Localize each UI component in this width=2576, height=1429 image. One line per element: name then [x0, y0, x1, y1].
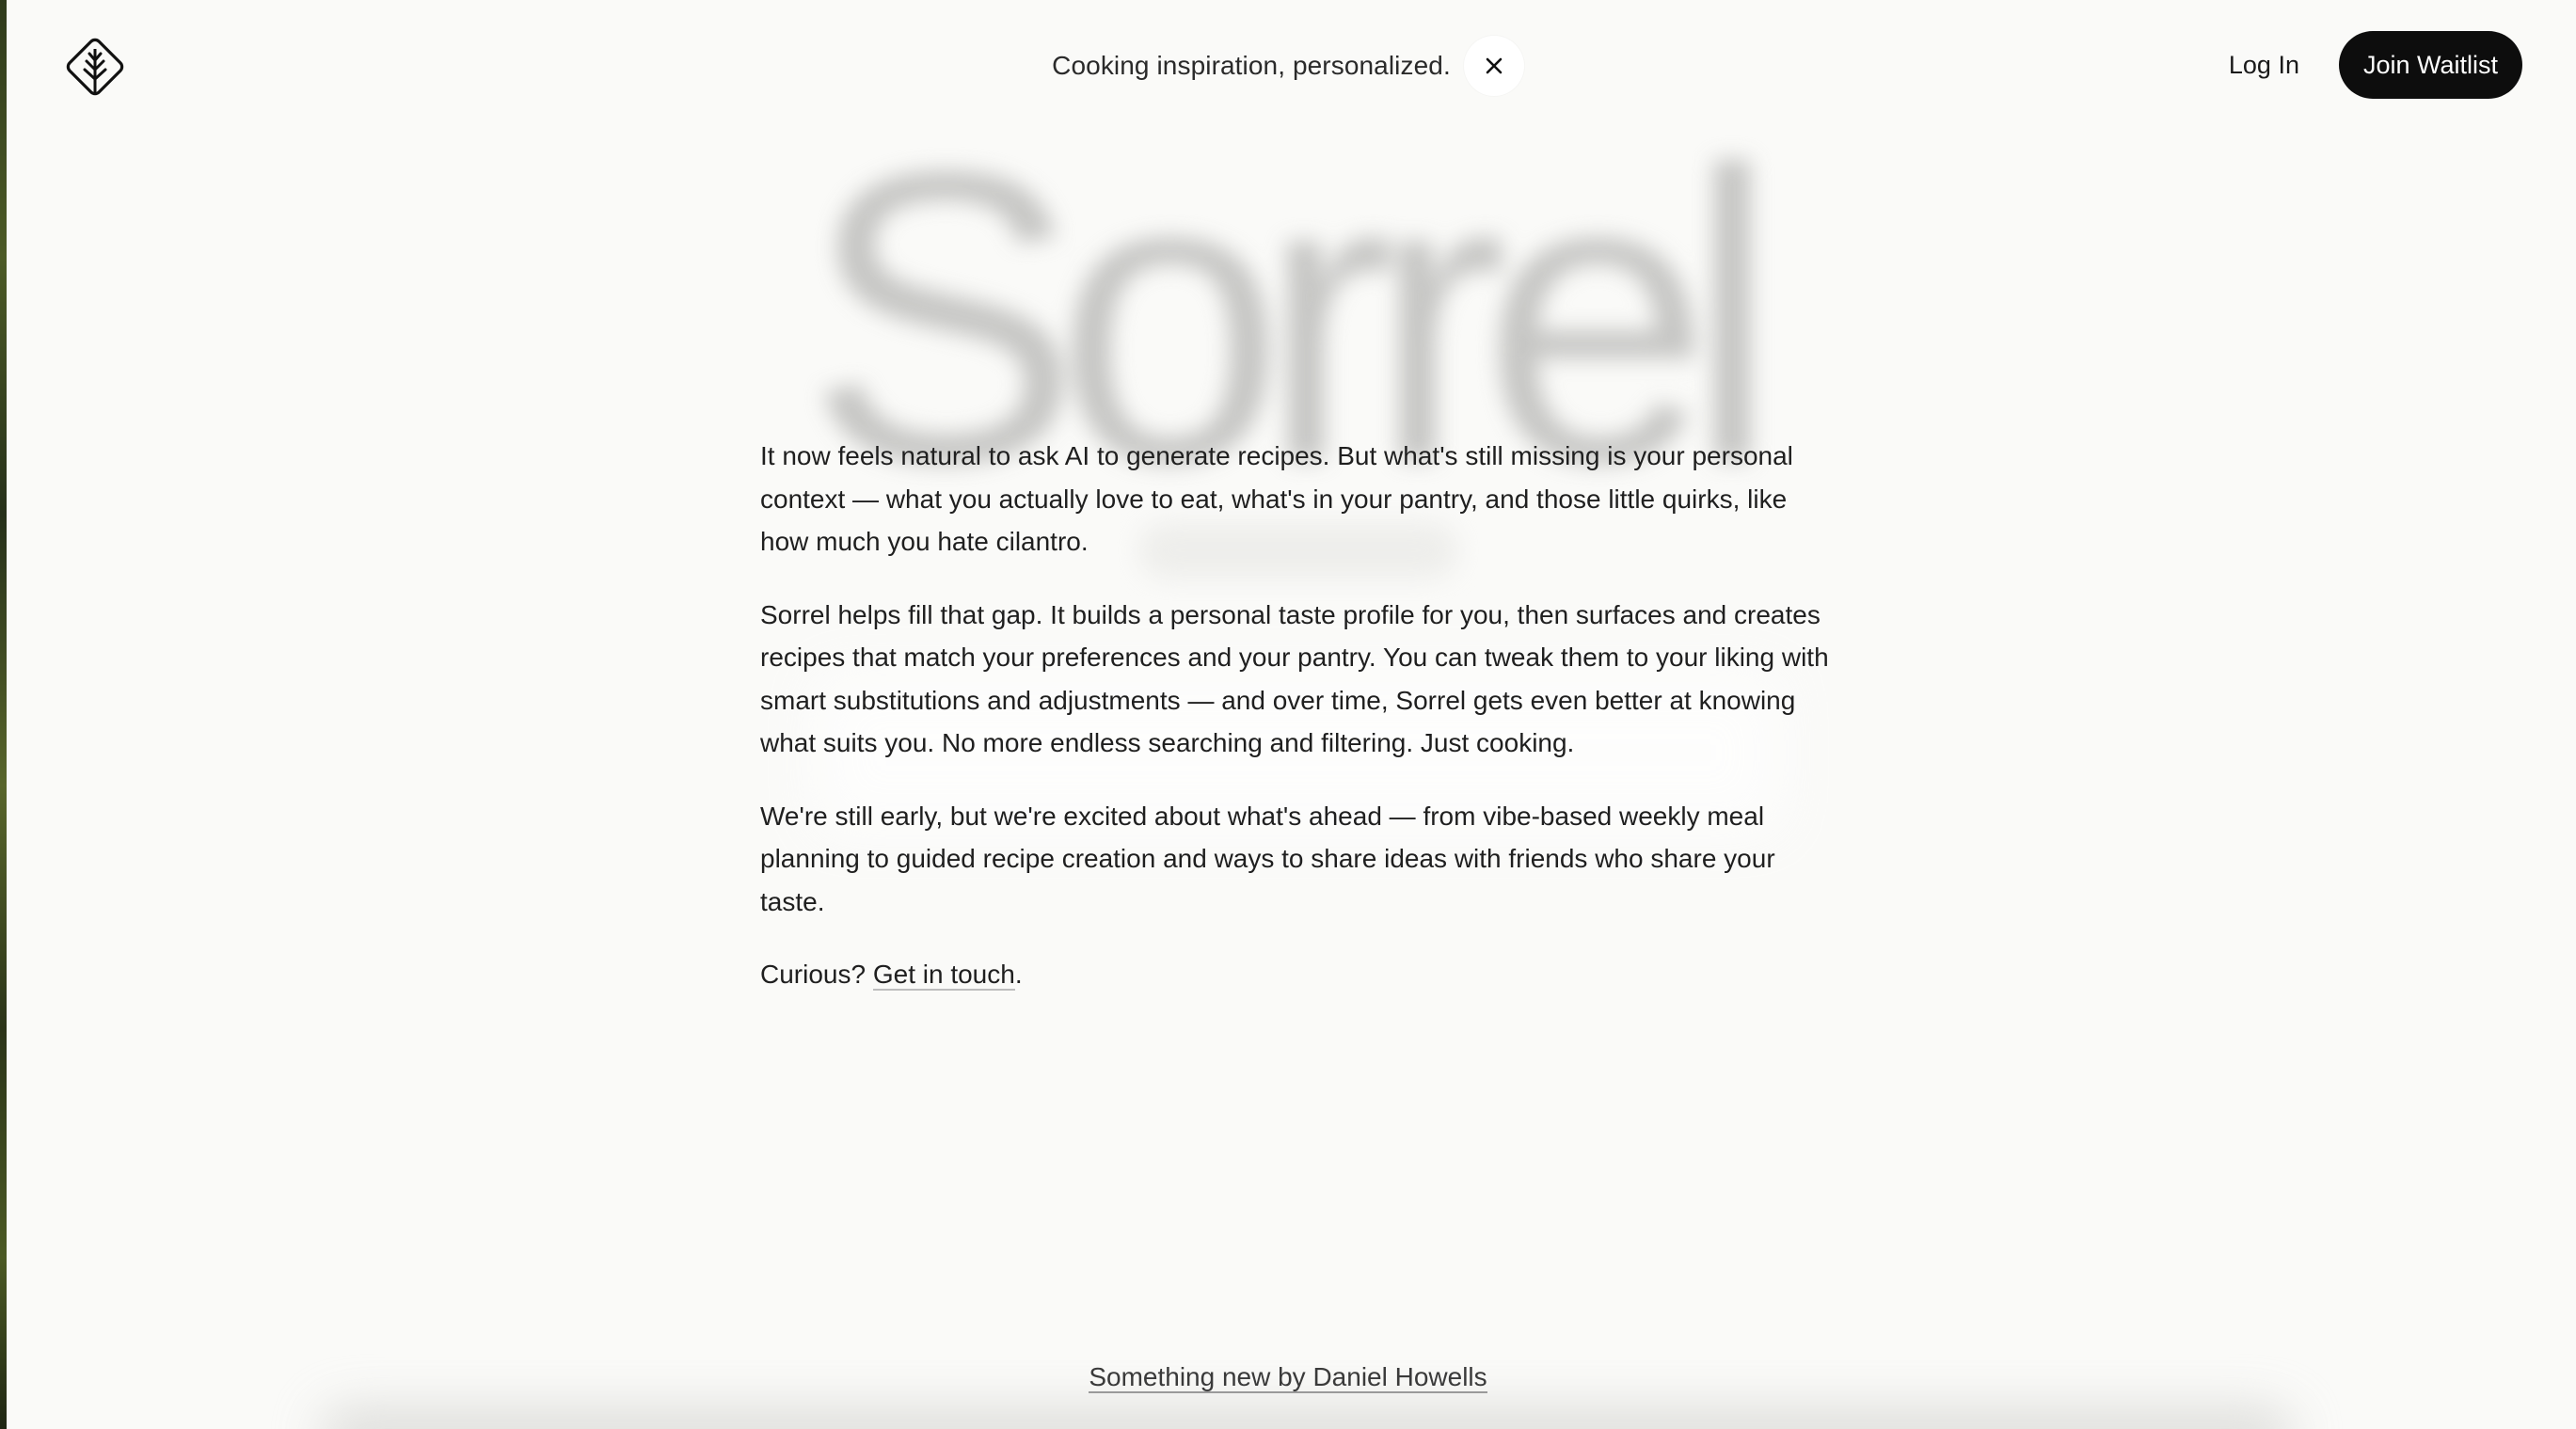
intro-content: It now feels natural to ask AI to genera… — [760, 435, 1842, 1026]
intro-paragraph-3: We're still early, but we're excited abo… — [760, 801, 1775, 916]
join-waitlist-button[interactable]: Join Waitlist — [2338, 31, 2522, 99]
intro-paragraph-2: Sorrel helps fill that gap. It builds a … — [760, 599, 1829, 758]
header-actions: Log In Join Waitlist — [2229, 31, 2522, 99]
author-credit-link[interactable]: Something new by Daniel Howells — [1089, 1362, 1487, 1393]
login-link[interactable]: Log In — [2229, 51, 2299, 80]
tagline-text: Cooking inspiration, personalized. — [1052, 51, 1451, 80]
footer: Something new by Daniel Howells — [0, 1362, 2576, 1393]
announcement-bar: Cooking inspiration, personalized. — [0, 36, 2576, 96]
contact-suffix: . — [1014, 960, 1023, 989]
page: Sorrel Cooking inspiration, personalized… — [0, 0, 2576, 1429]
contact-line: Curious? Get in touch. — [760, 953, 1842, 996]
footer-shadow — [320, 1407, 2294, 1429]
get-in-touch-link[interactable]: Get in touch — [872, 960, 1015, 991]
close-icon — [1486, 57, 1503, 74]
contact-prefix: Curious? — [760, 960, 873, 989]
intro-paragraph-1: It now feels natural to ask AI to genera… — [760, 441, 1793, 556]
close-announcement-button[interactable] — [1463, 36, 1524, 96]
